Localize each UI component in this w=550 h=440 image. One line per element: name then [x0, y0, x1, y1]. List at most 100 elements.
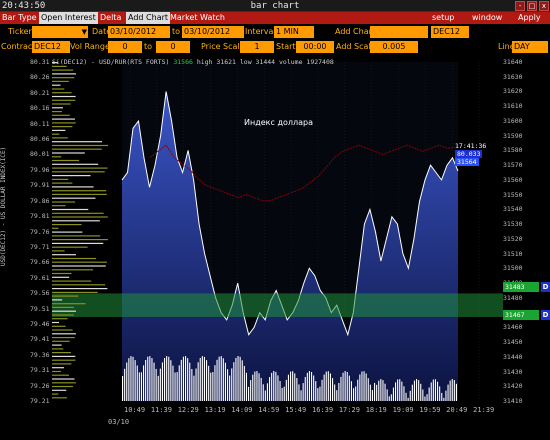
volume-bar [166, 356, 168, 401]
volume-bar [214, 365, 216, 401]
title-bar: 20:43:50 bar chart - □ x [0, 0, 550, 12]
volume-profile-bar [52, 159, 79, 162]
menu-bar-type[interactable]: Bar Type [2, 12, 37, 24]
left-axis-tick: 79.31 [30, 366, 50, 375]
line-select[interactable]: DAY [512, 41, 548, 53]
right-axis-tick: 31600 [503, 116, 523, 125]
volume-profile-bar [52, 144, 108, 147]
left-axis-tick: 79.46 [30, 319, 50, 328]
add-chart-input[interactable] [370, 26, 428, 38]
volume-bar [237, 356, 239, 401]
date-from-input[interactable]: 03/10/2012 [108, 26, 170, 38]
volume-profile-bar [52, 235, 101, 237]
volume-bar [126, 362, 128, 401]
volume-profile-bar [52, 182, 73, 184]
chart-header: Si(DEC12) - USD/RUR(RTS FORTS) 31566 hig… [52, 58, 334, 66]
menu-bar: Bar Type Open Interest Delta Add Chart M… [0, 12, 550, 24]
volume-bar [411, 384, 413, 401]
volume-bar [140, 372, 142, 401]
date-to-input[interactable]: 03/10/2012 [182, 26, 244, 38]
left-axis-tick: 80.11 [30, 119, 50, 128]
volume-bar [218, 356, 220, 401]
volume-profile-bar [52, 333, 76, 335]
volume-profile-bar [52, 201, 76, 203]
band-top-tag[interactable]: D [541, 282, 550, 292]
volume-bar [363, 371, 365, 401]
volume-bar [342, 372, 344, 401]
price-band [52, 293, 503, 317]
contract-label: Contract [1, 42, 36, 51]
menu-market-watch[interactable]: Market Watch [170, 12, 225, 24]
volume-bar [147, 356, 149, 401]
menu-add-chart[interactable]: Add Chart [126, 12, 171, 24]
volume-profile-bar [52, 171, 105, 173]
volume-bar [235, 357, 237, 401]
start-input[interactable]: 00:00 [296, 41, 334, 53]
volume-profile-bar [52, 152, 85, 154]
volume-bar [445, 390, 447, 401]
volume-bar [243, 365, 245, 401]
menu-window[interactable]: window [472, 12, 502, 24]
add-chart-contract-select[interactable]: DEC12 [431, 26, 469, 38]
volume-profile-bar [52, 239, 108, 241]
volume-profile-bar [52, 103, 71, 105]
right-axis-tick: 31630 [503, 72, 523, 81]
volume-bar [130, 356, 132, 401]
volume-bar [453, 380, 455, 401]
volume-profile-bar [52, 385, 73, 388]
left-axis-tick: 80.21 [30, 88, 50, 97]
volume-bar [185, 356, 187, 401]
menu-delta[interactable]: Delta [100, 12, 121, 24]
window-title: bar chart [250, 1, 300, 11]
volume-bar [292, 371, 294, 401]
right-axis-tick: 31420 [503, 382, 523, 391]
interval-select[interactable]: 1 MIN [274, 26, 314, 38]
volume-bar [403, 386, 405, 401]
right-axis-tick: 31440 [503, 352, 523, 361]
time-axis-tick: 12:29 [177, 406, 199, 414]
time-axis-tick: 11:39 [150, 406, 172, 414]
chart-area[interactable]: Si(DEC12) - USD/RUR(RTS FORTS) 31566 hig… [0, 56, 550, 440]
close-button[interactable]: x [539, 1, 549, 11]
volume-bar [283, 386, 285, 401]
volume-bar [426, 394, 428, 401]
control-row-2: Contract DEC12 Vol Range 0 to 0 Price Sc… [0, 40, 550, 54]
minimize-button[interactable]: - [515, 1, 525, 11]
volume-profile-bar [52, 382, 76, 384]
time-axis-tick: 20:49 [446, 406, 468, 414]
maximize-button[interactable]: □ [527, 1, 537, 11]
volume-profile-bar [52, 272, 72, 275]
menu-apply[interactable]: Apply [518, 12, 541, 24]
volume-bar [392, 387, 394, 401]
volume-bar [294, 373, 296, 401]
volume-bar [340, 376, 342, 401]
volume-profile-bar [52, 250, 65, 252]
volume-profile-bar [52, 306, 74, 308]
volume-bar [447, 384, 449, 401]
volume-bar [338, 383, 340, 401]
volume-bar [210, 372, 212, 401]
volume-profile-bar [52, 325, 66, 327]
vol-range-label: Vol Range [70, 42, 110, 51]
volume-bar [306, 372, 308, 401]
volume-bar [212, 372, 214, 401]
menu-open-interest[interactable]: Open Interest [39, 12, 98, 24]
volume-bar [149, 356, 151, 401]
contract-select[interactable]: DEC12 [32, 41, 70, 53]
price-scale-input[interactable]: 1 [240, 41, 274, 53]
left-axis-tick: 79.21 [30, 397, 50, 405]
band-bottom-tag[interactable]: D [541, 310, 550, 320]
right-axis-tick: 31410 [503, 397, 523, 405]
volume-bar [325, 371, 327, 401]
ticker-input[interactable]: ▼ [32, 26, 88, 38]
volume-profile-bar [52, 73, 76, 75]
vol-range-from-input[interactable]: 0 [108, 41, 142, 53]
time-axis-tick: 21:39 [473, 406, 495, 414]
add-scale-input[interactable]: 0.005 [370, 41, 418, 53]
chart-stats: high 31621 low 31444 volume 1927408 [196, 58, 334, 66]
menu-setup[interactable]: setup [432, 12, 454, 24]
vol-range-to-input[interactable]: 0 [156, 41, 190, 53]
volume-profile-bar [52, 318, 68, 320]
volume-bar [386, 389, 388, 401]
volume-bar [128, 358, 130, 401]
